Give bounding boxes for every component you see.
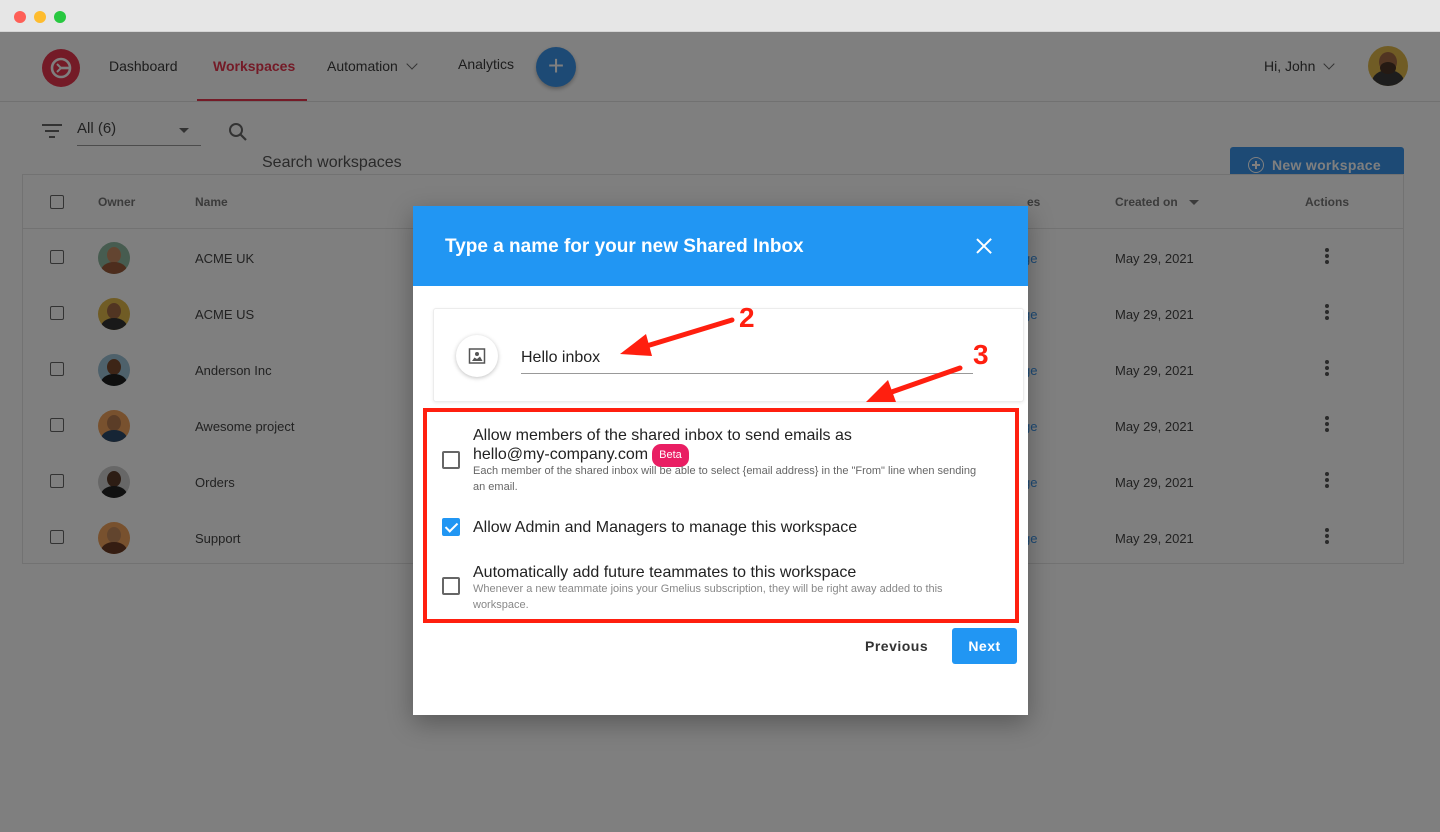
annotation-arrow-3 <box>866 365 963 402</box>
annotation-arrow-2 <box>620 317 735 356</box>
annotation-arrows <box>620 317 963 402</box>
